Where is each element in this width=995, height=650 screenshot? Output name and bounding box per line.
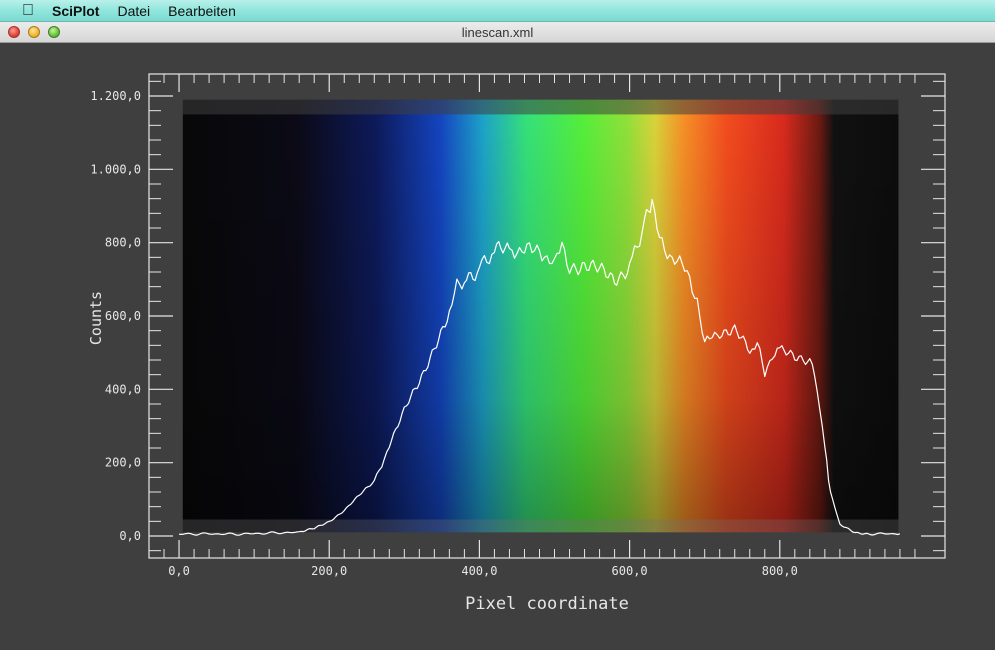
window-title: linescan.xml (461, 25, 534, 40)
window-titlebar[interactable]: linescan.xml (0, 22, 995, 43)
y-tick-label: 800,0 (105, 236, 141, 250)
y-axis-label: Counts (87, 291, 105, 345)
apple-icon[interactable]:  (18, 0, 38, 22)
x-tick-label: 600,0 (612, 564, 648, 578)
y-tick-label: 0,0 (119, 529, 141, 543)
spectrum-top-strip (182, 99, 899, 115)
y-tick-label: 600,0 (105, 309, 141, 323)
x-tick-label: 0,0 (168, 564, 190, 578)
spectrum-shade (182, 114, 899, 520)
y-tick-label: 400,0 (105, 382, 141, 396)
x-axis-label: Pixel coordinate (465, 594, 629, 614)
x-tick-label: 400,0 (461, 564, 497, 578)
x-tick-label: 200,0 (311, 564, 347, 578)
x-tick-label: 800,0 (762, 564, 798, 578)
line-chart: 0,0 200,0 400,0 600,0 800,0 1.000,0 1.200,0 0,0… (87, 73, 946, 614)
menu-item-bearbeiten[interactable]: Bearbeiten (168, 0, 236, 22)
spectrum-bottom-strip (182, 519, 899, 533)
menu-item-app[interactable]: SciPlot (52, 0, 99, 22)
y-tick-label: 1.200,0 (90, 89, 141, 103)
spectrum-image (182, 99, 899, 533)
menu-item-datei[interactable]: Datei (117, 0, 150, 22)
menu-bar:  SciPlot Datei Bearbeiten (0, 0, 995, 22)
y-tick-label: 200,0 (105, 456, 141, 470)
y-tick-label: 1.000,0 (90, 162, 141, 176)
